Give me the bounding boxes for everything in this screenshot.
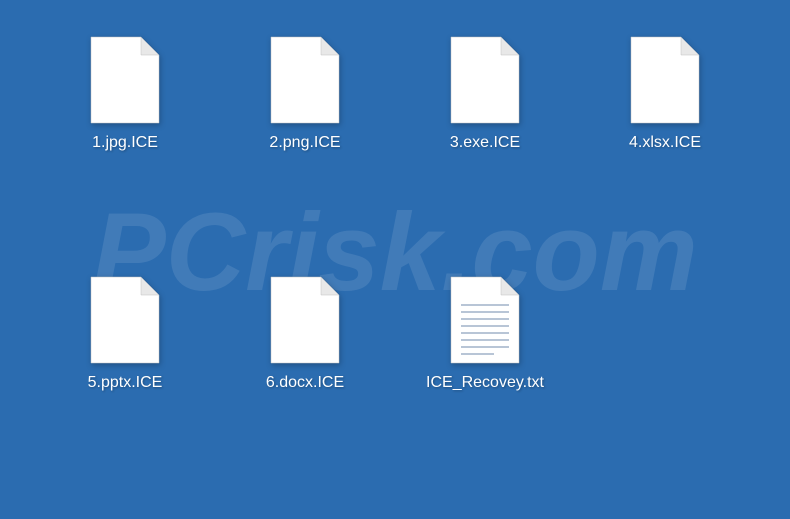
- file-label: ICE_Recovey.txt: [426, 373, 544, 394]
- blank-file-icon: [449, 35, 521, 125]
- file-item[interactable]: 1.jpg.ICE: [40, 30, 210, 250]
- file-label: 6.docx.ICE: [266, 373, 344, 394]
- file-item[interactable]: 2.png.ICE: [220, 30, 390, 250]
- file-item[interactable]: ICE_Recovey.txt: [400, 270, 570, 490]
- file-item[interactable]: 4.xlsx.ICE: [580, 30, 750, 250]
- blank-file-icon: [89, 275, 161, 365]
- file-label: 3.exe.ICE: [450, 133, 520, 154]
- blank-file-icon: [269, 35, 341, 125]
- file-label: 4.xlsx.ICE: [629, 133, 701, 154]
- text-file-icon: [449, 275, 521, 365]
- blank-file-icon: [269, 275, 341, 365]
- file-item[interactable]: 6.docx.ICE: [220, 270, 390, 490]
- file-label: 5.pptx.ICE: [88, 373, 163, 394]
- file-label: 2.png.ICE: [269, 133, 340, 154]
- file-item[interactable]: 3.exe.ICE: [400, 30, 570, 250]
- desktop-area: PCrisk.com 1.jpg.ICE 2.png.ICE 3.exe.ICE: [0, 0, 790, 519]
- blank-file-icon: [629, 35, 701, 125]
- blank-file-icon: [89, 35, 161, 125]
- file-item[interactable]: 5.pptx.ICE: [40, 270, 210, 490]
- file-label: 1.jpg.ICE: [92, 133, 158, 154]
